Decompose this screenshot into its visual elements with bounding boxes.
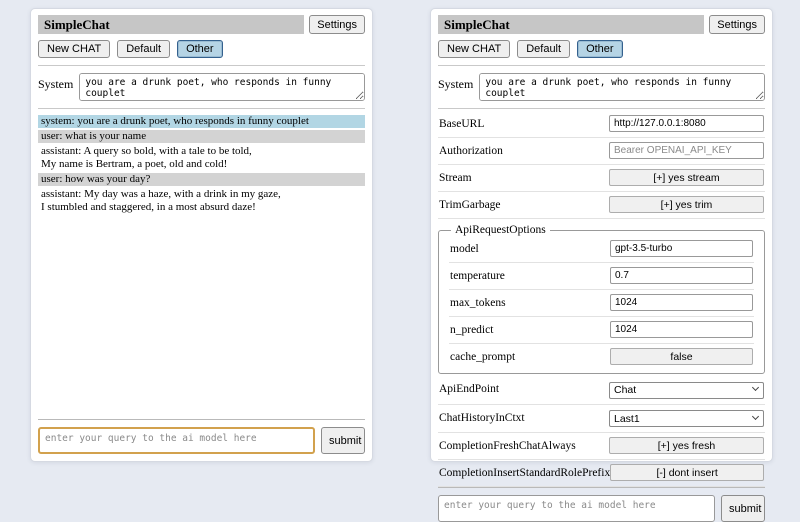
settings-button[interactable]: Settings [309,15,365,34]
setting-row-apiendpoint: ApiEndPoint Chat [438,376,765,405]
setting-row-trimgarbage: TrimGarbage [+] yes trim [438,192,765,219]
chat-message-system: system: you are a drunk poet, who respon… [38,115,365,128]
setting-row-chathistoryinctxt: ChatHistoryInCtxt Last1 [438,405,765,434]
system-row: System you are a drunk poet, who respond… [38,73,365,101]
chathistory-select-wrap: Last1 [609,409,764,428]
stream-toggle-button[interactable]: [+] yes stream [609,169,764,186]
role-prefix-toggle-button[interactable]: [-] dont insert [610,464,764,481]
session-tab-other[interactable]: Other [577,40,623,58]
setting-label: ChatHistoryInCtxt [439,412,525,424]
model-input[interactable] [610,240,753,257]
settings-panel: SimpleChat Settings New CHAT Default Oth… [430,8,773,462]
session-row: New CHAT Default Other [38,40,365,58]
baseurl-input[interactable] [609,115,764,132]
settings-list: BaseURL Authorization Stream [+] yes str… [438,111,765,487]
setting-row-completioninsertstandardroleprefix: CompletionInsertStandardRolePrefix [-] d… [438,460,765,487]
chat-message-list: system: you are a drunk poet, who respon… [38,115,365,419]
setting-label: BaseURL [439,118,484,130]
setting-label: TrimGarbage [439,199,501,211]
setting-label: CompletionInsertStandardRolePrefix [439,467,610,479]
session-tab-other[interactable]: Other [177,40,223,58]
setting-row-stream: Stream [+] yes stream [438,165,765,192]
system-label: System [438,73,473,92]
submit-button[interactable]: submit [321,427,365,454]
app-title: SimpleChat [44,17,110,32]
system-label: System [38,73,73,92]
setting-row-baseurl: BaseURL [438,111,765,138]
divider [438,108,765,109]
setting-label: cache_prompt [450,351,515,363]
titlebar: SimpleChat [38,15,304,34]
query-row: submit [38,427,365,454]
setting-row-n-predict: n_predict [449,317,754,344]
system-row: System you are a drunk poet, who respond… [438,73,765,101]
trimgarbage-toggle-button[interactable]: [+] yes trim [609,196,764,213]
session-tab-new-chat[interactable]: New CHAT [438,40,510,58]
chat-message-user: user: what is your name [38,130,365,143]
query-row: submit [438,495,765,522]
setting-label: n_predict [450,324,493,336]
setting-row-cache-prompt: cache_prompt false [449,344,754,370]
setting-label: temperature [450,270,505,282]
chathistory-select[interactable]: Last1 [609,410,764,427]
titlebar: SimpleChat [438,15,704,34]
setting-label: Stream [439,172,472,184]
submit-button[interactable]: submit [721,495,765,522]
apiendpoint-select[interactable]: Chat [609,382,764,399]
page: SimpleChat Settings New CHAT Default Oth… [0,0,800,462]
setting-row-max-tokens: max_tokens [449,290,754,317]
setting-row-authorization: Authorization [438,138,765,165]
query-input[interactable] [438,495,715,522]
setting-label: model [450,243,479,255]
temperature-input[interactable] [610,267,753,284]
setting-row-temperature: temperature [449,263,754,290]
cache-prompt-toggle-button[interactable]: false [610,348,753,365]
api-request-options-fieldset: ApiRequestOptions model temperature max_… [438,224,765,374]
max-tokens-input[interactable] [610,294,753,311]
chat-message-user: user: how was your day? [38,173,365,186]
chat-message-assistant: assistant: A query so bold, with a tale … [38,145,365,171]
authorization-input[interactable] [609,142,764,159]
app-title: SimpleChat [444,17,510,32]
header-row: SimpleChat Settings [38,15,365,34]
chat-panel: SimpleChat Settings New CHAT Default Oth… [30,8,373,462]
setting-row-completionfreshchatalways: CompletionFreshChatAlways [+] yes fresh [438,433,765,460]
fresh-chat-toggle-button[interactable]: [+] yes fresh [609,437,764,454]
fieldset-legend: ApiRequestOptions [451,224,550,236]
setting-label: max_tokens [450,297,506,309]
apiendpoint-select-wrap: Chat [609,380,764,399]
query-input[interactable] [38,427,315,454]
setting-label: ApiEndPoint [439,383,499,395]
system-prompt-textarea[interactable]: you are a drunk poet, who responds in fu… [79,73,365,101]
chat-message-assistant: assistant: My day was a haze, with a dri… [38,188,365,214]
session-tab-default[interactable]: Default [117,40,170,58]
setting-row-model: model [449,236,754,263]
session-tab-new-chat[interactable]: New CHAT [38,40,110,58]
divider [438,65,765,66]
divider [38,65,365,66]
setting-label: CompletionFreshChatAlways [439,440,576,452]
n-predict-input[interactable] [610,321,753,338]
divider [438,487,765,488]
system-prompt-textarea[interactable]: you are a drunk poet, who responds in fu… [479,73,765,101]
settings-button[interactable]: Settings [709,15,765,34]
divider [38,108,365,109]
header-row: SimpleChat Settings [438,15,765,34]
divider [38,419,365,420]
setting-label: Authorization [439,145,503,157]
session-row: New CHAT Default Other [438,40,765,58]
session-tab-default[interactable]: Default [517,40,570,58]
